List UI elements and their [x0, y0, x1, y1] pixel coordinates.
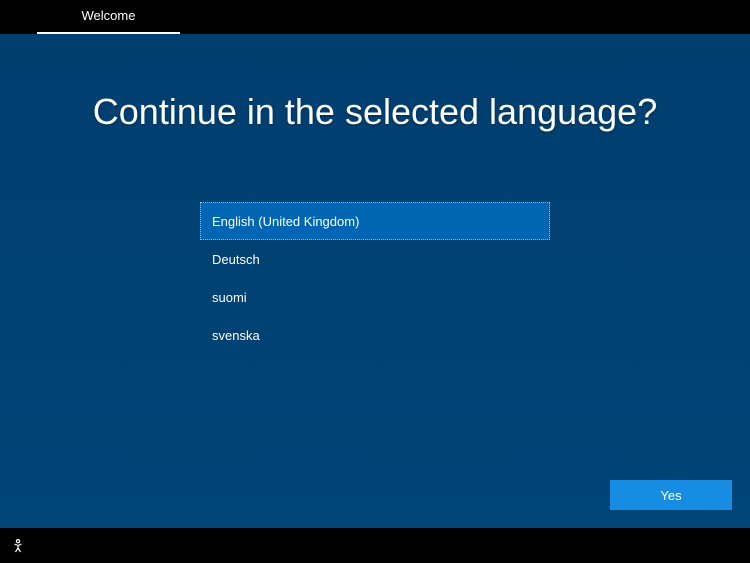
yes-button[interactable]: Yes	[610, 480, 732, 510]
top-bar: Welcome	[0, 0, 750, 34]
tab-spacer	[0, 0, 37, 34]
tab-welcome[interactable]: Welcome	[37, 0, 180, 34]
language-label: English (United Kingdom)	[212, 214, 359, 229]
yes-button-label: Yes	[660, 488, 681, 503]
bottom-bar	[0, 528, 750, 563]
language-label: svenska	[212, 328, 260, 343]
main-area: Continue in the selected language? Engli…	[0, 34, 750, 528]
language-item-suomi[interactable]: suomi	[200, 278, 550, 316]
language-label: Deutsch	[212, 252, 260, 267]
page-title: Continue in the selected language?	[0, 91, 750, 133]
language-item-deutsch[interactable]: Deutsch	[200, 240, 550, 278]
language-list: English (United Kingdom) Deutsch suomi s…	[200, 202, 550, 354]
language-item-english-uk[interactable]: English (United Kingdom)	[200, 202, 550, 240]
language-label: suomi	[212, 290, 247, 305]
tab-label: Welcome	[82, 8, 136, 23]
ease-of-access-icon[interactable]	[10, 538, 26, 554]
language-item-svenska[interactable]: svenska	[200, 316, 550, 354]
